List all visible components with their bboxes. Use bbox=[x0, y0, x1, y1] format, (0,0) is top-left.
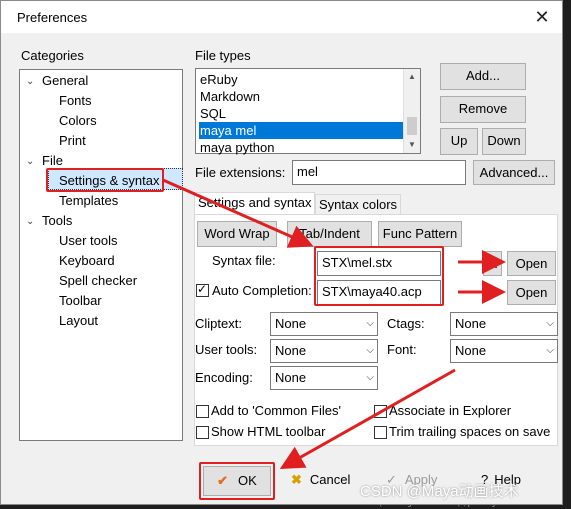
auto-completion-label: Auto Completion: bbox=[212, 283, 312, 298]
tree-item-templates[interactable]: Templates bbox=[59, 193, 118, 208]
func-pattern-button[interactable]: Func Pattern bbox=[378, 221, 462, 247]
cliptext-label: Cliptext: bbox=[195, 316, 242, 331]
categories-tree: ⌄ General Fonts Colors Print ⌄ File Sett… bbox=[19, 69, 183, 441]
ctags-value: None bbox=[455, 316, 487, 331]
html-toolbar-checkbox[interactable] bbox=[196, 426, 209, 439]
file-types-label: File types bbox=[195, 48, 251, 63]
up-button[interactable]: Up bbox=[440, 128, 478, 155]
tree-item-keyboard[interactable]: Keyboard bbox=[59, 253, 115, 268]
title-bar: Preferences ✕ bbox=[1, 1, 562, 33]
preferences-dialog: Preferences ✕ Categories ⌄ General Fonts… bbox=[0, 0, 563, 505]
tree-item-colors[interactable]: Colors bbox=[59, 113, 97, 128]
trim-checkbox[interactable] bbox=[374, 426, 387, 439]
list-scrollbar[interactable]: ▲ ▼ bbox=[403, 69, 420, 153]
file-extensions-label: File extensions: bbox=[195, 165, 286, 180]
open-autocomplete-button[interactable]: Open bbox=[507, 280, 556, 305]
tree-item-spell-checker[interactable]: Spell checker bbox=[59, 273, 137, 288]
open-syntax-button[interactable]: Open bbox=[507, 251, 556, 276]
window-title: Preferences bbox=[17, 10, 88, 25]
down-button[interactable]: Down bbox=[482, 128, 526, 155]
list-item[interactable]: Markdown bbox=[199, 88, 405, 105]
tree-item-file[interactable]: File bbox=[42, 153, 63, 168]
tab-syntax-colors[interactable]: Syntax colors bbox=[315, 194, 402, 215]
scroll-up-icon[interactable]: ▲ bbox=[404, 69, 420, 85]
tree-item-general[interactable]: General bbox=[42, 73, 88, 88]
associate-label: Associate in Explorer bbox=[389, 403, 512, 418]
chevron-down-icon: ⌵ bbox=[366, 345, 374, 356]
list-item[interactable]: maya python bbox=[199, 139, 405, 156]
close-icon[interactable]: ✕ bbox=[530, 5, 554, 29]
word-wrap-button[interactable]: Word Wrap bbox=[197, 221, 277, 247]
associate-checkbox[interactable] bbox=[374, 405, 387, 418]
tab-indent-button[interactable]: Tab/Indent bbox=[287, 221, 372, 247]
cliptext-select[interactable]: None ⌵ bbox=[270, 312, 378, 336]
font-select[interactable]: None ⌵ bbox=[450, 339, 558, 363]
scroll-thumb[interactable] bbox=[407, 117, 417, 135]
chevron-down-icon: ⌵ bbox=[366, 318, 374, 329]
common-files-label: Add to 'Common Files' bbox=[211, 403, 341, 418]
annotation-highlight-ok bbox=[199, 462, 275, 500]
ctags-select[interactable]: None ⌵ bbox=[450, 312, 558, 336]
annotation-highlight-settings bbox=[46, 168, 164, 192]
add-button[interactable]: Add... bbox=[440, 63, 526, 90]
collapse-icon[interactable]: ⌄ bbox=[26, 156, 34, 167]
tree-item-layout[interactable]: Layout bbox=[59, 313, 98, 328]
auto-completion-checkbox[interactable] bbox=[196, 282, 209, 297]
encoding-select[interactable]: None ⌵ bbox=[270, 366, 378, 390]
list-item[interactable]: SQL bbox=[199, 105, 405, 122]
html-toolbar-label: Show HTML toolbar bbox=[211, 424, 326, 439]
file-types-list[interactable]: eRuby Markdown SQL maya mel maya python … bbox=[195, 68, 421, 156]
cancel-x-icon: ✖ bbox=[291, 472, 302, 487]
tree-item-print[interactable]: Print bbox=[59, 133, 86, 148]
tree-item-tools[interactable]: Tools bbox=[42, 213, 72, 228]
list-item-selected[interactable]: maya mel bbox=[199, 122, 405, 139]
file-extensions-input[interactable]: mel bbox=[292, 160, 466, 185]
user-tools-select[interactable]: None ⌵ bbox=[270, 339, 378, 363]
font-label: Font: bbox=[387, 342, 417, 357]
tree-item-fonts[interactable]: Fonts bbox=[59, 93, 92, 108]
tree-item-toolbar[interactable]: Toolbar bbox=[59, 293, 102, 308]
syntax-file-label: Syntax file: bbox=[212, 253, 276, 268]
cancel-label: Cancel bbox=[309, 472, 351, 487]
scroll-down-icon[interactable]: ▼ bbox=[404, 137, 420, 153]
common-files-checkbox[interactable] bbox=[196, 405, 209, 418]
encoding-label: Encoding: bbox=[195, 370, 253, 385]
tab-settings-syntax[interactable]: Settings and syntax bbox=[194, 192, 316, 215]
browse-button[interactable]: ... bbox=[483, 251, 502, 276]
trim-label: Trim trailing spaces on save bbox=[389, 424, 551, 439]
collapse-icon[interactable]: ⌄ bbox=[26, 76, 34, 87]
categories-label: Categories bbox=[21, 48, 84, 63]
cancel-button[interactable]: ✖ Cancel bbox=[291, 472, 350, 488]
ctags-label: Ctags: bbox=[387, 316, 425, 331]
encoding-value: None bbox=[275, 370, 307, 385]
font-value: None bbox=[455, 343, 487, 358]
advanced-button[interactable]: Advanced... bbox=[473, 160, 555, 185]
chevron-down-icon: ⌵ bbox=[366, 372, 374, 383]
annotation-highlight-syntax-files bbox=[314, 246, 444, 306]
chevron-down-icon: ⌵ bbox=[546, 345, 554, 356]
chevron-down-icon: ⌵ bbox=[546, 318, 554, 329]
user-tools-label: User tools: bbox=[195, 342, 258, 357]
remove-button[interactable]: Remove bbox=[440, 96, 526, 123]
list-item[interactable]: eRuby bbox=[199, 71, 405, 88]
tree-item-user-tools[interactable]: User tools bbox=[59, 233, 118, 248]
collapse-icon[interactable]: ⌄ bbox=[26, 216, 34, 227]
cliptext-value: None bbox=[275, 316, 307, 331]
user-tools-value: None bbox=[275, 343, 307, 358]
watermark: CSDN @Maya动画技术 bbox=[360, 483, 519, 500]
